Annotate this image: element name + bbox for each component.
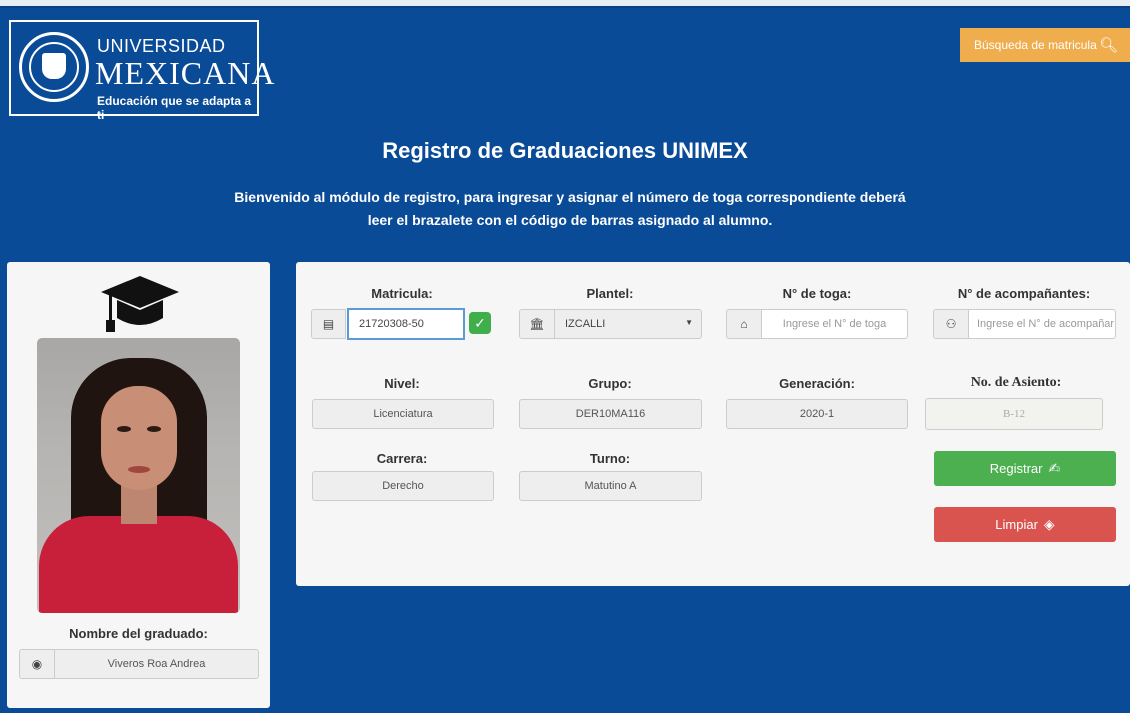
student-card: Nombre del graduado: ◉ Viveros Roa Andre… [7,262,270,708]
clear-button-label: Limpiar [995,517,1038,532]
plantel-select[interactable]: IZCALLI ▼ [554,309,702,339]
pencil-signature-icon: ✍︎ [1048,460,1061,476]
nivel-field: Licenciatura [312,399,494,429]
turno-label: Turno: [589,451,631,466]
top-border-shadow [0,6,1130,8]
university-seal-icon [19,32,89,102]
graduate-name-label: Nombre del graduado: [69,626,208,641]
graduate-name-group: ◉ Viveros Roa Andrea [19,649,259,679]
logo-tagline: Educación que se adapta a ti [97,94,252,122]
asiento-label: No. de Asiento: [970,375,1062,390]
clear-button[interactable]: Limpiar ◈ [934,507,1116,542]
eraser-icon: ◈ [1043,516,1055,532]
toga-input[interactable]: Ingrese el N° de toga [761,309,908,339]
grupo-field: DER10MA116 [519,399,702,429]
student-photo [37,338,240,613]
plantel-label: Plantel: [586,286,634,301]
search-icon: 🔍︎ [1098,37,1118,54]
grupo-label: Grupo: [588,376,632,391]
users-icon: ⚇ [933,309,969,339]
graduation-cap-icon [101,276,179,332]
logo-line-1: UNIVERSIDAD [97,36,226,56]
toga-input-placeholder: Ingrese el N° de toga [782,318,887,330]
turno-field: Matutino A [519,471,702,501]
logo-line-2: MEXICANA [95,55,276,91]
plantel-select-value: IZCALLI [565,318,606,330]
register-button[interactable]: Registrar ✍︎ [934,451,1116,486]
generacion-label: Generación: [779,376,855,391]
generacion-field: 2020-1 [726,399,908,429]
toga-label: N° de toga: [782,286,852,301]
asiento-field: B-12 [925,398,1103,430]
search-button-label: Búsqueda de matricula [974,38,1097,52]
check-circle-icon: ✓ [469,312,491,334]
matricula-label: Matricula: [371,286,433,301]
acompanantes-input-placeholder: Ingrese el N° de acompañar [977,318,1115,330]
page-title: Registro de Graduaciones UNIMEX [382,138,748,163]
university-logo: UNIVERSIDAD MEXICANA Educación que se ad… [9,20,274,122]
carrera-label: Carrera: [376,451,428,466]
chevron-down-icon: ▼ [685,318,693,327]
acompanantes-label: N° de acompañantes: [957,286,1091,301]
id-card-icon: ▤ [311,309,346,339]
matricula-input[interactable]: 21720308-50 [347,308,465,340]
acompanantes-input[interactable]: Ingrese el N° de acompañar [968,309,1116,339]
nivel-label: Nivel: [384,376,420,391]
register-button-label: Registrar [989,461,1043,476]
page-subtitle: Bienvenido al módulo de registro, para i… [234,189,906,228]
graduate-name-field: Viveros Roa Andrea [54,649,259,679]
carrera-field: Derecho [312,471,494,501]
registration-form: Matricula: Plantel: N° de toga: N° de ac… [296,262,1130,586]
search-matricula-button[interactable]: Búsqueda de matricula 🔍︎ [960,28,1130,62]
building-columns-icon: 🏛︎ [519,309,555,339]
user-circle-icon: ◉ [19,649,55,679]
graduation-cap-icon: ⌂ [726,309,762,339]
